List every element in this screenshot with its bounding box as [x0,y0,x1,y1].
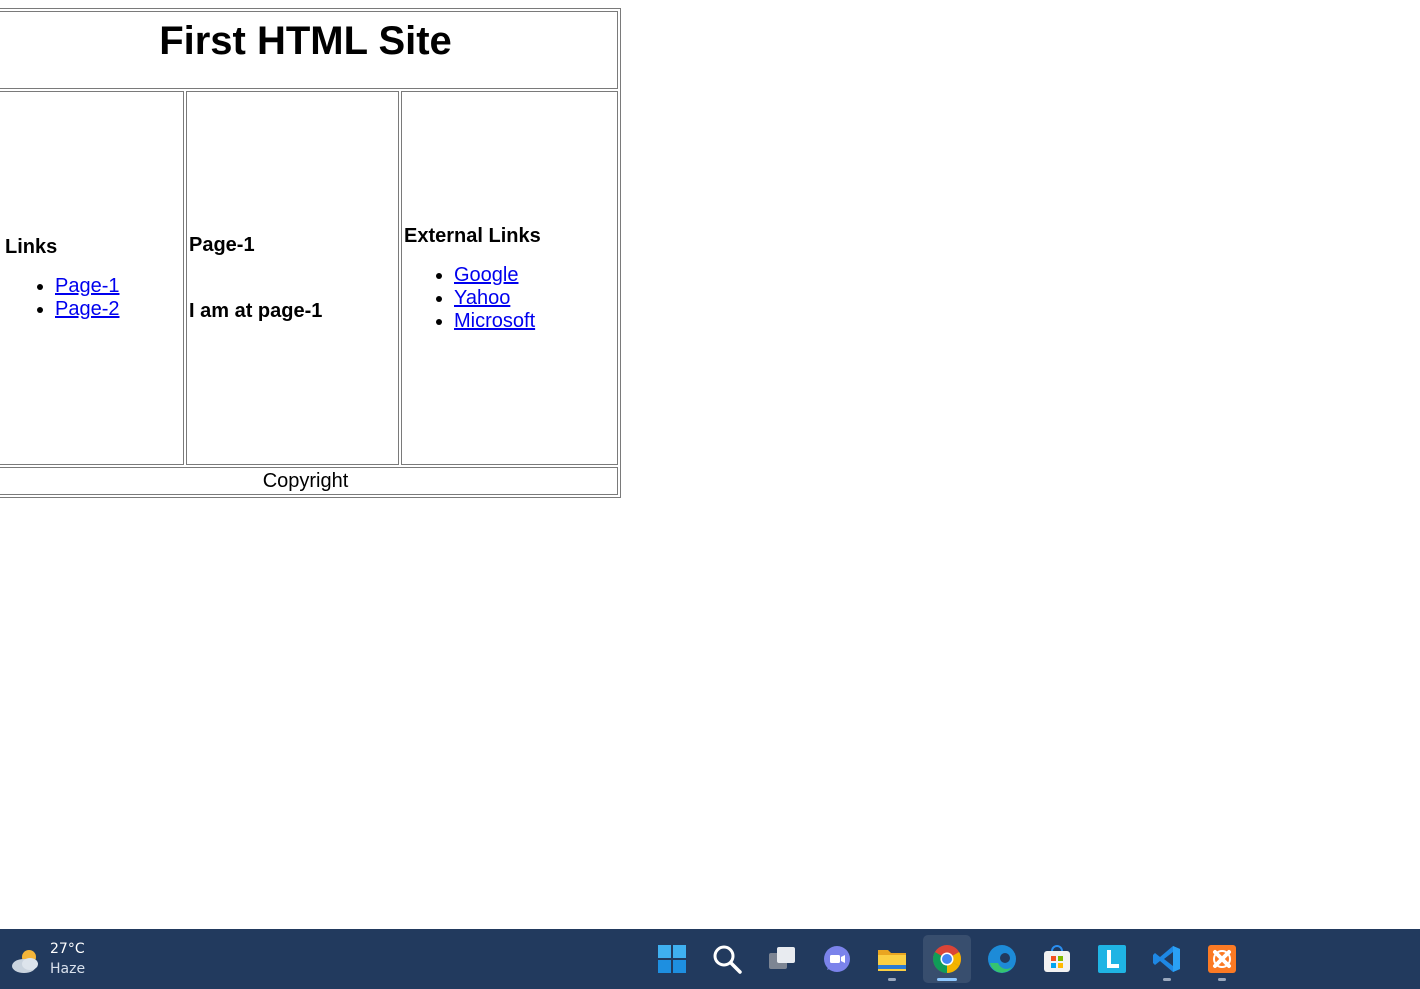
store-button[interactable] [1033,935,1081,983]
windows-start-icon [658,945,686,973]
external-links-list: Google Yahoo Microsoft [404,264,617,333]
task-view-button[interactable] [758,935,806,983]
chat-button[interactable] [813,935,861,983]
links-heading: Links [5,236,58,258]
link-microsoft[interactable]: Microsoft [454,310,535,332]
internal-links-list: Page-1 Page-2 [5,275,183,321]
folder-icon [878,950,906,971]
file-explorer-button[interactable] [868,935,916,983]
list-item: Page-1 [55,275,183,298]
page-text: I am at page-1 [189,300,323,322]
vscode-button[interactable] [1143,935,1191,983]
list-item: Page-2 [55,298,183,321]
partly-cloudy-icon [12,950,38,973]
chrome-icon [933,945,961,973]
l-app-button[interactable] [1088,935,1136,983]
footer-text: Copyright [262,470,349,492]
weather-condition: Haze [50,961,86,977]
l-app-icon [1098,945,1126,973]
page-heading: Page-1 [189,234,255,256]
site-title: First HTML Site [159,19,452,63]
xampp-button[interactable] [1198,935,1246,983]
edge-button[interactable] [978,935,1026,983]
vscode-icon [1153,946,1180,972]
list-item: Google [454,264,617,287]
footer-cell: Copyright [0,467,618,495]
weather-widget[interactable]: 27°C Haze [8,937,128,981]
xampp-icon [1208,945,1236,973]
edge-icon [988,945,1016,973]
middle-column: Page-1 I am at page-1 [186,91,399,465]
chat-icon [824,946,850,972]
running-indicator [888,978,896,981]
search-button[interactable] [703,935,751,983]
link-page-2[interactable]: Page-2 [55,298,120,320]
active-indicator [937,978,957,981]
link-yahoo[interactable]: Yahoo [454,287,510,309]
search-icon [713,945,742,974]
external-links-heading: External Links [404,224,541,247]
link-google[interactable]: Google [454,264,519,286]
task-view-icon [769,947,795,969]
header-cell: First HTML Site [0,11,618,89]
running-indicator [1218,978,1226,981]
store-icon [1044,945,1070,972]
chrome-button[interactable] [923,935,971,983]
list-item: Yahoo [454,287,617,310]
running-indicator [1163,978,1171,981]
right-column: External Links Google Yahoo Microsoft [401,91,618,465]
link-page-1[interactable]: Page-1 [55,275,120,297]
start-button[interactable] [648,935,696,983]
list-item: Microsoft [454,310,617,333]
taskbar: 27°C Haze [0,929,1420,989]
left-column: Links Page-1 Page-2 [0,91,184,465]
weather-temperature: 27°C [50,941,85,957]
site-table: First HTML Site Links Page-1 Page-2 Page… [0,8,621,498]
